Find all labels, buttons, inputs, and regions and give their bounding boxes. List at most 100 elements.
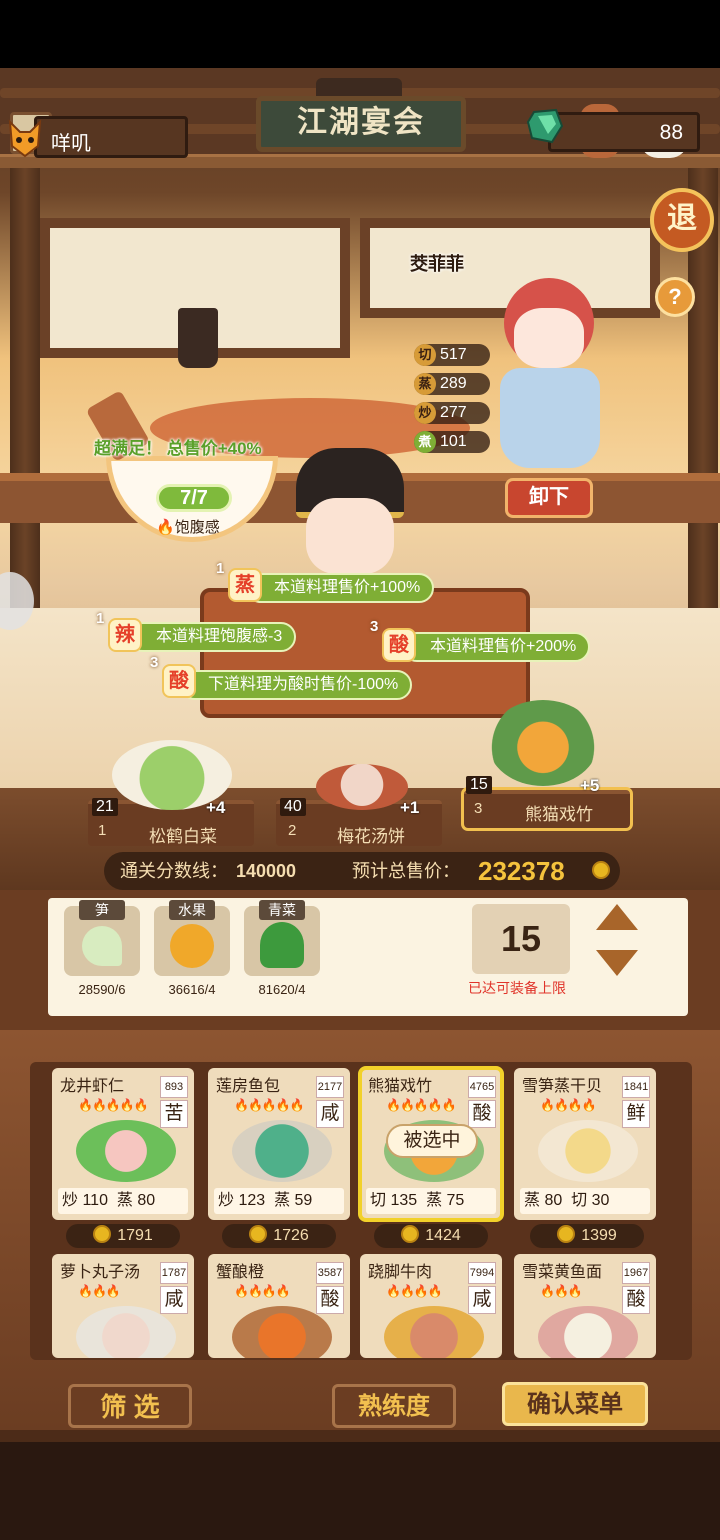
recipe-stats: 切 135 蒸 75	[366, 1188, 496, 1214]
sell-price-value: 1399	[581, 1227, 617, 1244]
rarity-flames: 🔥🔥🔥🔥🔥	[234, 1098, 305, 1112]
skill-value: 80	[137, 1192, 156, 1209]
recipe-stats: 炒 110 蒸 80	[58, 1188, 188, 1214]
gem-count: 88	[548, 112, 700, 152]
unload-button[interactable]: 卸下	[505, 478, 593, 518]
slot-name: 熊猫戏竹	[525, 805, 593, 824]
recipe-name: 熊猫戏竹	[368, 1078, 433, 1095]
recipe-sell-price: 1791	[66, 1224, 180, 1248]
fullness-label-text: 饱腹感	[174, 519, 220, 536]
slot-count: 21	[92, 798, 118, 816]
coin-icon	[557, 1225, 576, 1243]
equip-limit-text: 已达可装备上限	[468, 980, 566, 996]
slot-name: 梅花汤饼	[337, 827, 405, 846]
skill-value: 110	[82, 1192, 108, 1209]
recipe-base-price: 4765	[468, 1076, 496, 1098]
slot-count: 40	[280, 798, 306, 816]
steam-icon: 蒸	[414, 373, 436, 395]
skill-label: 炒	[218, 1192, 235, 1209]
recipe-base-price: 3587	[316, 1262, 344, 1284]
flame-icon: 🔥	[156, 519, 175, 536]
dish-image	[316, 764, 408, 810]
satisfaction-text: 超满足！ 总售价+40%	[94, 439, 262, 458]
recipe-name: 萝卜丸子汤	[60, 1264, 141, 1281]
dish-image	[538, 1120, 638, 1182]
recipe-name: 跷脚牛肉	[368, 1264, 433, 1281]
recipe-name: 雪笋蒸干贝	[522, 1078, 603, 1095]
recipe-card[interactable]: 跷脚牛肉 7994 咸 🔥🔥🔥🔥	[360, 1254, 502, 1358]
slot-index: 3	[474, 800, 483, 817]
exit-button[interactable]: 退	[650, 188, 714, 252]
chef-character	[470, 278, 630, 468]
proficiency-button[interactable]: 熟练度	[332, 1384, 456, 1428]
skill-label: 蒸	[116, 1192, 133, 1209]
player-avatar[interactable]	[4, 112, 46, 162]
recipe-flavor: 酸	[468, 1100, 496, 1128]
stat-value: 277	[440, 404, 467, 421]
arrow-down-icon[interactable]	[596, 950, 638, 976]
recipe-name: 雪菜黄鱼面	[522, 1264, 603, 1281]
ingredient-tag: 青菜	[259, 900, 305, 920]
recipe-stats: 炒 123 蒸 59	[214, 1188, 344, 1214]
arrow-up-icon[interactable]	[596, 904, 638, 930]
recipe-base-price: 1841	[622, 1076, 650, 1098]
buff-spicy: 本道料理饱腹感-3	[128, 622, 297, 652]
slot-bonus: +4	[206, 798, 226, 817]
ingredient-count: 36616/4	[168, 982, 216, 997]
buff-steam: 本道料理售价+100%	[246, 573, 435, 603]
sell-price-value: 1791	[117, 1227, 153, 1244]
coin-icon	[592, 861, 610, 879]
rarity-flames: 🔥🔥🔥🔥	[386, 1284, 443, 1298]
selected-badge: 被选中	[386, 1124, 478, 1158]
skill-value: 59	[294, 1192, 313, 1209]
recipe-card[interactable]: 雪笋蒸干贝 1841 鲜 🔥🔥🔥🔥 蒸 80 切 30	[514, 1068, 656, 1220]
slot-index: 2	[288, 822, 297, 839]
recipe-name: 龙井虾仁	[60, 1078, 125, 1095]
footer-bar	[0, 1430, 720, 1540]
dish-image	[232, 1120, 332, 1182]
ingredient-tag: 笋	[79, 900, 125, 920]
help-button[interactable]: ?	[655, 277, 695, 317]
skill-label: 蒸	[274, 1192, 291, 1209]
rarity-flames: 🔥🔥🔥	[540, 1284, 583, 1298]
recipe-sell-price: 1424	[374, 1224, 488, 1248]
recipe-card[interactable]: 龙井虾仁 893 苦 🔥🔥🔥🔥🔥 炒 110 蒸 80	[52, 1068, 194, 1220]
recipe-card[interactable]: 莲房鱼包 2177 咸 🔥🔥🔥🔥🔥 炒 123 蒸 59	[208, 1068, 350, 1220]
recipe-flavor: 鲜	[622, 1100, 650, 1128]
recipe-sell-price: 1399	[530, 1224, 644, 1248]
sell-price-value: 1424	[425, 1227, 461, 1244]
score-bar: 通关分数线： 140000 预计总售价： 232378	[104, 852, 620, 890]
recipe-card[interactable]: 萝卜丸子汤 1787 咸 🔥🔥🔥	[52, 1254, 194, 1358]
buff-sour-next: 下道料理为酸时售价-100%	[180, 670, 413, 700]
pass-score-label: 通关分数线：	[120, 861, 228, 881]
fox-avatar-icon	[8, 119, 42, 158]
buff-tag: 酸	[162, 664, 196, 698]
bamboo-shoot-icon	[82, 926, 122, 966]
rarity-flames: 🔥🔥🔥🔥	[234, 1284, 291, 1298]
chef-stat: 切 517	[414, 344, 490, 366]
recipe-flavor: 苦	[160, 1100, 188, 1128]
confirm-menu-button[interactable]: 确认菜单	[502, 1382, 648, 1426]
rarity-flames: 🔥🔥🔥	[78, 1284, 121, 1298]
cut-icon: 切	[414, 344, 436, 366]
recipe-card[interactable]: 蟹酿橙 3587 酸 🔥🔥🔥🔥	[208, 1254, 350, 1358]
buff-tag: 酸	[382, 628, 416, 662]
gem-icon	[526, 106, 566, 146]
slot-count: 15	[466, 776, 492, 794]
rarity-flames: 🔥🔥🔥🔥🔥	[78, 1098, 149, 1112]
filter-button[interactable]: 筛 选	[68, 1384, 192, 1428]
buff-level: 3	[370, 618, 379, 635]
fullness-label: 🔥饱腹感	[156, 516, 220, 537]
recipe-card[interactable]: 雪菜黄鱼面 1967 酸 🔥🔥🔥	[514, 1254, 656, 1358]
rarity-flames: 🔥🔥🔥🔥	[540, 1098, 597, 1112]
skill-value: 30	[591, 1192, 610, 1209]
chef-stat: 蒸 289	[414, 373, 490, 395]
stat-value: 289	[440, 375, 467, 392]
coin-icon	[93, 1225, 112, 1243]
skill-value: 80	[544, 1192, 563, 1209]
recipe-flavor: 咸	[468, 1286, 496, 1314]
skill-value: 123	[238, 1192, 266, 1209]
boil-icon: 煮	[414, 431, 436, 453]
recipe-base-price: 7994	[468, 1262, 496, 1284]
equip-limit-value: 15	[472, 904, 570, 974]
